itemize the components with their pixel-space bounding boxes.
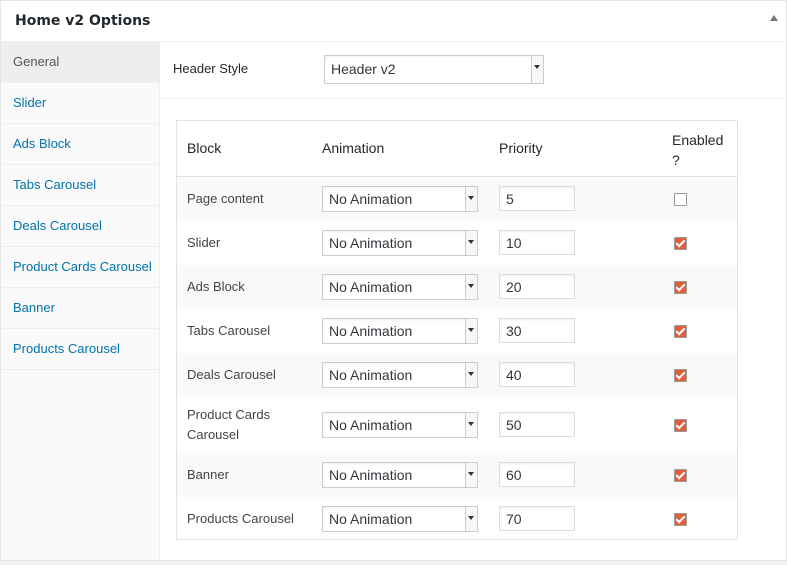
sidebar-item-general[interactable]: General (1, 42, 159, 83)
animation-select[interactable]: No Animation (322, 186, 478, 212)
table-row: Slider No Animation 10 (177, 221, 737, 265)
sidebar-item-deals-carousel[interactable]: Deals Carousel (1, 206, 159, 247)
priority-input[interactable]: 60 (499, 462, 575, 487)
col-header-enabled-text: Enabled (672, 132, 724, 148)
enabled-checkbox[interactable] (674, 281, 687, 294)
sidebar-item-ads-block[interactable]: Ads Block (1, 124, 159, 165)
animation-value: No Animation (329, 191, 413, 207)
chevron-down-icon (465, 187, 477, 211)
animation-select[interactable]: No Animation (322, 274, 478, 300)
enabled-checkbox[interactable] (674, 325, 687, 338)
block-name: Deals Carousel (187, 367, 276, 382)
animation-value: No Animation (329, 417, 413, 433)
table-row: Ads Block No Animation 20 (177, 265, 737, 309)
enabled-checkbox[interactable] (674, 237, 687, 250)
table-row: Deals Carousel No Animation 40 (177, 353, 737, 397)
sidebar-item-banner[interactable]: Banner (1, 288, 159, 329)
chevron-down-icon (465, 463, 477, 487)
chevron-down-icon (531, 56, 543, 83)
block-name-line2: Carousel (187, 427, 240, 442)
col-header-enabled-qmark: ? (672, 152, 680, 168)
animation-value: No Animation (329, 511, 413, 527)
chevron-down-icon (465, 319, 477, 343)
animation-value: No Animation (329, 367, 413, 383)
animation-value: No Animation (329, 323, 413, 339)
col-header-priority: Priority (499, 140, 543, 156)
sidebar-item-tabs-carousel[interactable]: Tabs Carousel (1, 165, 159, 206)
sidebar-item-slider[interactable]: Slider (1, 83, 159, 124)
animation-value: No Animation (329, 467, 413, 483)
header-style-select[interactable]: Header v2 (324, 55, 544, 84)
col-header-block: Block (187, 140, 222, 156)
block-name: Page content (187, 191, 264, 206)
blocks-table: Block Animation Priority Enabled ? Page … (176, 120, 738, 540)
block-name-line1: Product Cards (187, 407, 271, 422)
animation-select[interactable]: No Animation (322, 230, 478, 256)
block-name: Banner (187, 467, 229, 482)
collapse-toggle-icon[interactable] (770, 15, 778, 21)
priority-input[interactable]: 5 (499, 186, 575, 211)
table-row: Tabs Carousel No Animation 30 (177, 309, 737, 353)
animation-select[interactable]: No Animation (322, 412, 478, 438)
options-sidebar: General Slider Ads Block Tabs Carousel D… (1, 42, 160, 560)
animation-value: No Animation (329, 235, 413, 251)
chevron-down-icon (465, 507, 477, 531)
header-style-value: Header v2 (331, 61, 396, 77)
priority-input[interactable]: 10 (499, 230, 575, 255)
sidebar-item-products-carousel[interactable]: Products Carousel (1, 329, 159, 370)
priority-input[interactable]: 20 (499, 274, 575, 299)
animation-select[interactable]: No Animation (322, 462, 478, 488)
panel-title: Home v2 Options (15, 13, 151, 29)
animation-value: No Animation (329, 279, 413, 295)
priority-input[interactable]: 70 (499, 506, 575, 531)
col-header-animation: Animation (322, 140, 385, 156)
block-name: Product Cards Carousel (187, 405, 270, 445)
enabled-checkbox[interactable] (674, 419, 687, 432)
chevron-down-icon (465, 413, 477, 437)
block-name: Ads Block (187, 279, 245, 294)
enabled-checkbox[interactable] (674, 469, 687, 482)
home-v2-options-panel: Home v2 Options General Slider Ads Block… (0, 0, 787, 561)
priority-input[interactable]: 50 (499, 412, 575, 437)
header-style-row: Header Style Header v2 (160, 42, 786, 99)
sidebar-item-product-cards-carousel[interactable]: Product Cards Carousel (1, 247, 159, 288)
enabled-checkbox[interactable] (674, 193, 687, 206)
animation-select[interactable]: No Animation (322, 318, 478, 344)
table-row: Page content No Animation 5 (177, 177, 737, 221)
panel-header: Home v2 Options (1, 1, 786, 42)
priority-input[interactable]: 30 (499, 318, 575, 343)
enabled-checkbox[interactable] (674, 369, 687, 382)
enabled-checkbox[interactable] (674, 513, 687, 526)
animation-select[interactable]: No Animation (322, 362, 478, 388)
table-row: Banner No Animation 60 (177, 453, 737, 497)
block-name: Products Carousel (187, 511, 294, 526)
options-main: Header Style Header v2 Block Animation P… (160, 42, 786, 560)
chevron-down-icon (465, 231, 477, 255)
chevron-down-icon (465, 363, 477, 387)
table-row: Product Cards Carousel No Animation 50 (177, 397, 737, 453)
chevron-down-icon (465, 275, 477, 299)
block-name: Tabs Carousel (187, 323, 271, 338)
header-style-label: Header Style (173, 61, 249, 76)
table-row: Products Carousel No Animation 70 (177, 497, 737, 539)
col-header-enabled: Enabled ? (672, 130, 723, 170)
block-name: Slider (187, 235, 221, 250)
animation-select[interactable]: No Animation (322, 506, 478, 532)
priority-input[interactable]: 40 (499, 362, 575, 387)
